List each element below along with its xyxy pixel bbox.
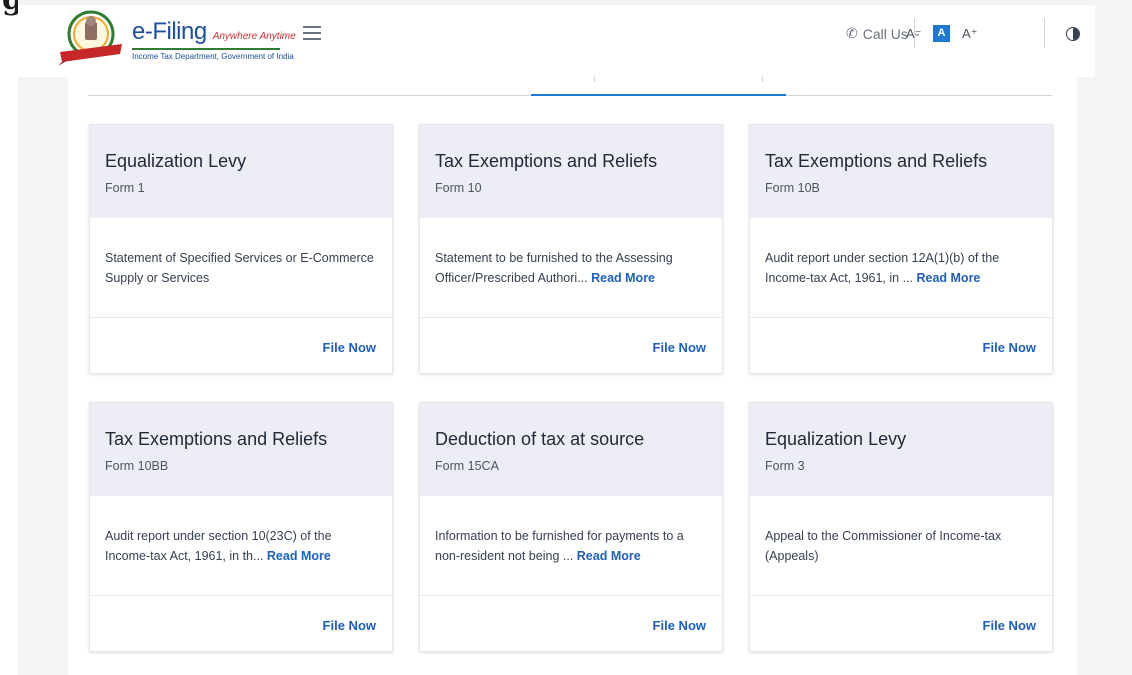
card-description: Information to be furnished for payments… [420,496,722,596]
card-header: Tax Exemptions and Reliefs Form 10B [750,125,1052,218]
file-now-link[interactable]: File Now [653,340,706,355]
card-header: Tax Exemptions and Reliefs Form 10 [420,125,722,218]
card-description: Audit report under section 12A(1)(b) of … [750,218,1052,318]
card-title: Tax Exemptions and Reliefs [105,429,328,449]
active-tab-indicator[interactable] [531,94,786,96]
font-increase-button[interactable]: A⁺ [962,26,978,42]
card-footer: File Now [90,596,392,650]
card-footer: File Now [750,318,1052,372]
emblem-logo[interactable] [58,8,124,68]
card-footer: File Now [420,318,722,372]
call-us-label: Call Us [862,25,908,42]
card-footer: File Now [90,318,392,372]
card-description-text: Appeal to the Commissioner of Income-tax… [765,529,1002,563]
file-now-link[interactable]: File Now [983,618,1036,633]
card-description: Audit report under section 10(23C) of th… [90,496,392,596]
form-card: Tax Exemptions and Reliefs Form 10 Stateme… [419,124,723,374]
header-divider [1044,18,1045,48]
site-logo[interactable]: e-Filing Anywhere Anytime Income Tax Dep… [132,18,296,61]
phone-icon: ✆ [846,25,858,41]
file-now-link[interactable]: File Now [323,618,376,633]
read-more-link[interactable]: Read More [591,271,655,285]
read-more-link[interactable]: Read More [916,271,980,285]
logo-underline [132,48,280,50]
card-header: Deduction of tax at source Form 15CA [420,403,722,496]
form-card: Deduction of tax at source Form 15CA Infor… [419,402,723,652]
contrast-icon[interactable] [1066,27,1080,41]
card-description-text: Statement of Specified Services or E-Com… [105,251,374,285]
read-more-link[interactable]: Read More [577,549,641,563]
form-card: Tax Exemptions and Reliefs Form 10BB Audit… [89,402,393,652]
card-header: Tax Exemptions and Reliefs Form 10BB [90,403,392,496]
hamburger-menu-icon[interactable] [303,26,321,40]
card-header: Equalization Levy Form 3 [750,403,1052,496]
font-default-button[interactable]: A [933,25,950,42]
card-title: Deduction of tax at source [435,429,645,449]
tab-separator [594,76,595,82]
card-description-text: Information to be furnished for payments… [435,529,684,563]
card-form-number: Form 10 [435,181,482,195]
card-form-number: Form 3 [765,459,805,473]
card-title: Equalization Levy [105,151,247,171]
card-footer: File Now [750,596,1052,650]
card-form-number: Form 15CA [435,459,499,473]
file-now-link[interactable]: File Now [983,340,1036,355]
card-description: Statement of Specified Services or E-Com… [90,218,392,318]
card-header: Equalization Levy Form 1 [90,125,392,218]
card-title: Tax Exemptions and Reliefs [435,151,658,171]
file-now-link[interactable]: File Now [323,340,376,355]
form-card: Equalization Levy Form 1 Statement of Spec… [89,124,393,374]
card-description: Appeal to the Commissioner of Income-tax… [750,496,1052,596]
logo-tagline: Anywhere Anytime [212,31,296,42]
card-description: Statement to be furnished to the Assessi… [420,218,722,318]
form-card: Tax Exemptions and Reliefs Form 10B Audit … [749,124,1053,374]
logo-title: e-Filing [132,18,207,45]
card-form-number: Form 10BB [105,459,169,473]
card-form-number: Form 1 [105,181,145,195]
file-now-link[interactable]: File Now [653,618,706,633]
tab-separator [762,76,763,82]
card-title: Tax Exemptions and Reliefs [765,151,988,171]
logo-subtitle: Income Tax Department, Government of Ind… [132,52,294,61]
read-more-link[interactable]: Read More [267,549,331,563]
font-decrease-button[interactable]: A⁻ [906,26,922,42]
card-form-number: Form 10B [765,181,820,195]
card-title: Equalization Levy [765,429,907,449]
form-card: Equalization Levy Form 3 Appeal to the Com… [749,402,1053,652]
card-footer: File Now [420,596,722,650]
